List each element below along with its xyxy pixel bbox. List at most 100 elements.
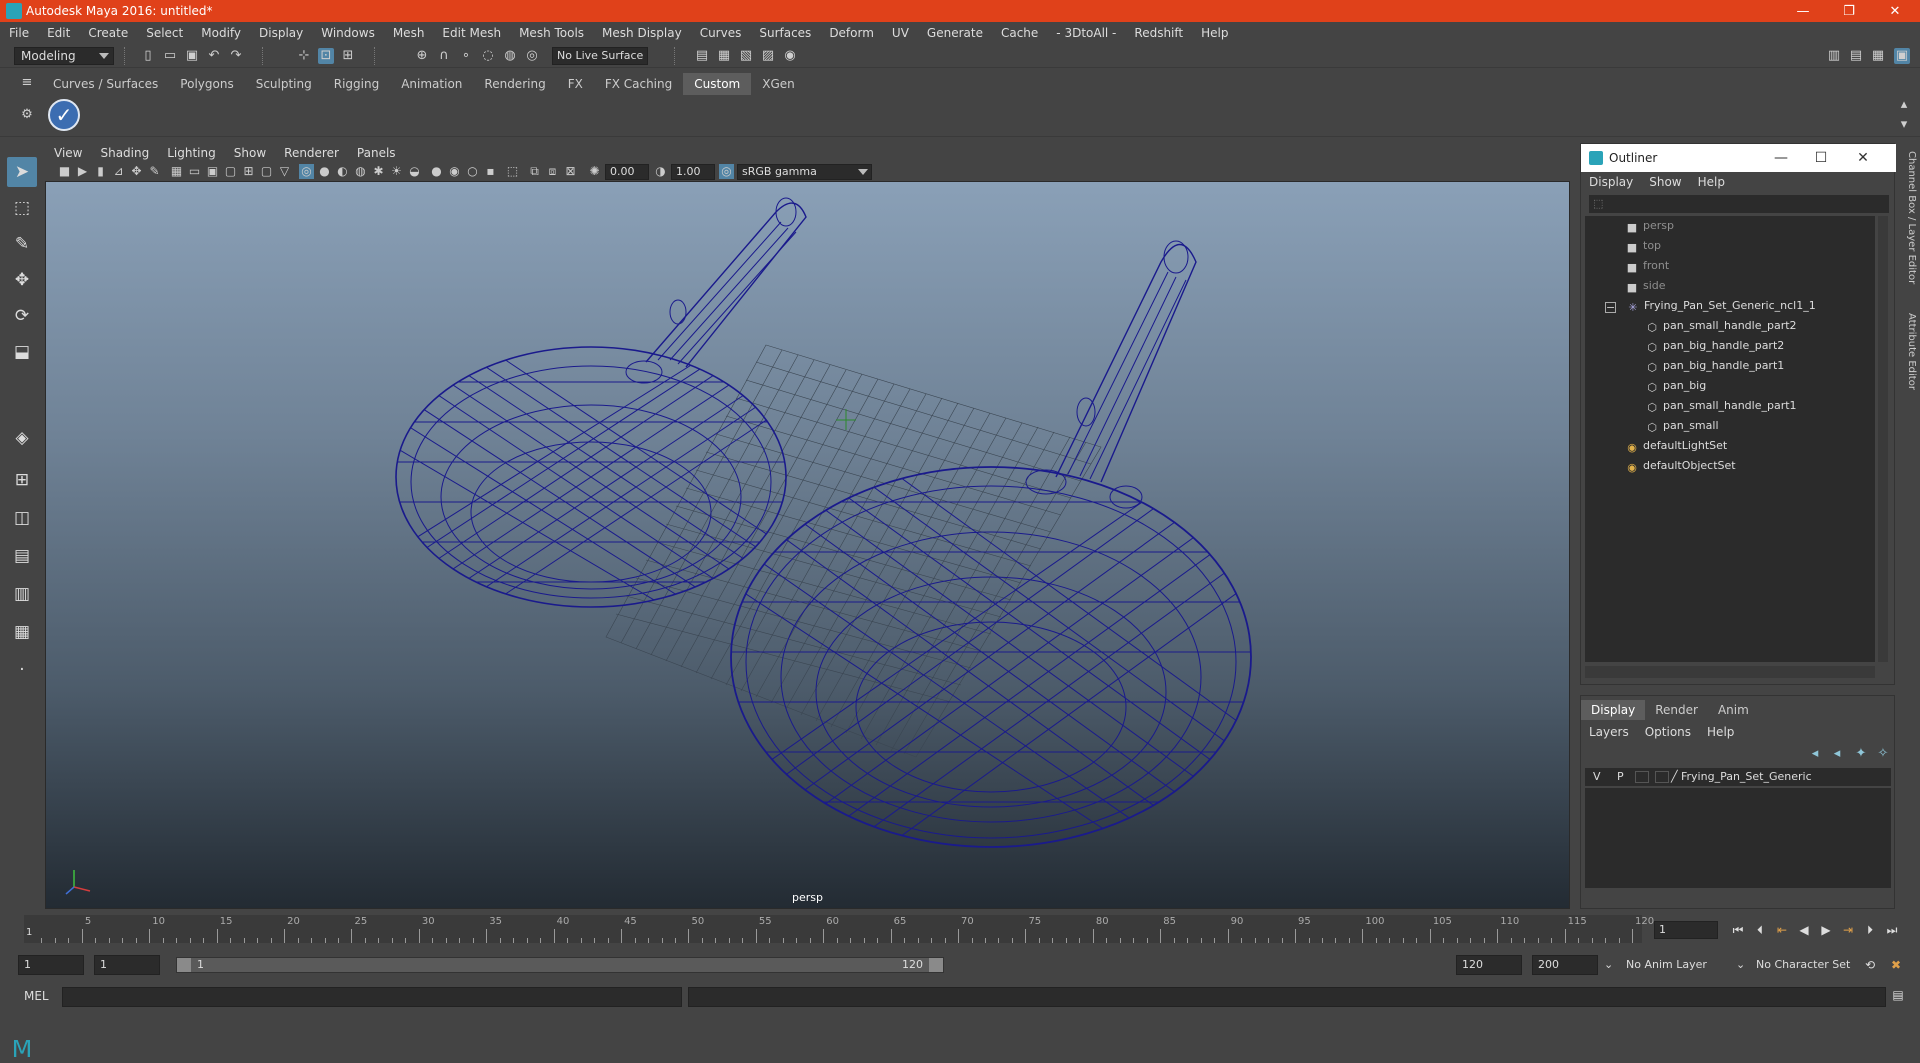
four-view-layout-icon[interactable]: ⊞ [7, 465, 37, 495]
save-scene-icon[interactable]: ▣ [184, 48, 200, 64]
shelf-tab-xgen[interactable]: XGen [751, 73, 806, 95]
menu-windows[interactable]: Windows [312, 26, 384, 40]
character-set-select[interactable]: No Character Set [1756, 955, 1850, 975]
live-surface-field[interactable]: No Live Surface [552, 47, 648, 65]
list-item[interactable]: ⬡ pan_big_handle_part2 [1645, 336, 1784, 356]
minimize-button[interactable]: — [1780, 0, 1826, 22]
gamma-field[interactable]: 1.00 [671, 164, 715, 180]
shelf-tab-sculpting[interactable]: Sculpting [245, 73, 323, 95]
move-layer-up-icon[interactable]: ◂ [1807, 746, 1823, 762]
move-layer-down-icon[interactable]: ◂ [1829, 746, 1845, 762]
menu-mesh-tools[interactable]: Mesh Tools [510, 26, 593, 40]
color-management-icon[interactable]: ◎ [719, 164, 734, 179]
resolution-gate-icon[interactable]: ▣ [205, 164, 220, 179]
step-forward-frame-icon[interactable]: ⏵ [1862, 922, 1878, 938]
shelf-tab-fx-caching[interactable]: FX Caching [594, 73, 683, 95]
outliner-vertical-scrollbar[interactable] [1878, 216, 1888, 662]
shelf-tab-custom[interactable]: Custom [683, 73, 752, 95]
depth-of-field-icon[interactable]: ▪ [483, 164, 498, 179]
tool-settings-icon[interactable]: ▦ [1870, 48, 1886, 64]
command-input[interactable] [62, 987, 682, 1007]
select-component-icon[interactable]: ⊞ [340, 48, 356, 64]
list-item[interactable]: ◉ defaultLightSet [1625, 436, 1727, 456]
menu-uv[interactable]: UV [883, 26, 918, 40]
list-item[interactable]: ⬡ pan_big_handle_part1 [1645, 356, 1784, 376]
collapse-icon[interactable]: − [1605, 302, 1616, 313]
chevron-down-icon[interactable]: ⌄ [1604, 955, 1613, 975]
shelf-settings-icon[interactable]: ⚙ [20, 107, 34, 123]
range-start-handle[interactable] [177, 958, 191, 972]
grease-pencil-icon[interactable]: ✎ [147, 164, 162, 179]
go-to-start-icon[interactable]: ⏮ [1730, 922, 1746, 938]
list-item[interactable]: − ✳ Frying_Pan_Set_Generic_ncl1_1 [1605, 296, 1816, 316]
perspective-viewport[interactable]: persp [45, 181, 1570, 909]
menu-select[interactable]: Select [137, 26, 192, 40]
menu-file[interactable]: File [0, 26, 38, 40]
layers-menu-layers[interactable]: Layers [1581, 725, 1637, 739]
menu-create[interactable]: Create [79, 26, 137, 40]
script-language-toggle[interactable]: MEL [24, 987, 49, 1005]
range-slider-bar[interactable]: 1 120 [176, 957, 944, 973]
shelf-menu-icon[interactable]: ≡ [20, 75, 34, 91]
snap-curve-icon[interactable]: ∩ [436, 48, 452, 64]
undo-icon[interactable]: ↶ [206, 48, 222, 64]
play-forwards-icon[interactable]: ▶ [1818, 922, 1834, 938]
panel-menu-show[interactable]: Show [225, 146, 275, 160]
pan-small-wireframe[interactable] [276, 197, 876, 608]
menu-cache[interactable]: Cache [992, 26, 1047, 40]
layer-row[interactable]: V P ╱ Frying_Pan_Set_Generic [1585, 768, 1891, 786]
channel-box-toggle-icon[interactable]: ▣ [1894, 48, 1910, 64]
checkmark-shelf-icon[interactable]: ✓ [48, 99, 80, 131]
minimize-icon[interactable]: — [1761, 144, 1801, 172]
pan-big-wireframe[interactable] [606, 240, 1411, 848]
film-gate-icon[interactable]: ▭ [187, 164, 202, 179]
modeling-toolkit-icon[interactable]: ▥ [1826, 48, 1842, 64]
go-to-end-icon[interactable]: ⏭ [1884, 922, 1900, 938]
play-backwards-icon[interactable]: ◀ [1796, 922, 1812, 938]
gamma-icon[interactable]: ◑ [653, 164, 668, 179]
2d-pan-zoom-icon[interactable]: ✥ [129, 164, 144, 179]
shadows-icon[interactable]: ◒ [407, 164, 422, 179]
list-item[interactable]: ■ side [1625, 276, 1666, 296]
select-hierarchy-icon[interactable]: ⊹ [296, 48, 312, 64]
panel-menu-view[interactable]: View [45, 146, 91, 160]
lasso-tool-icon[interactable]: ⬚ [7, 193, 37, 223]
tab-attribute-editor[interactable]: Attribute Editor [1900, 313, 1917, 390]
xray-icon[interactable]: ⧉ [527, 164, 542, 179]
animation-start-field[interactable]: 1 [18, 955, 84, 975]
new-layer-selected-icon[interactable]: ✧ [1875, 746, 1891, 762]
menu-surfaces[interactable]: Surfaces [750, 26, 820, 40]
animation-preferences-icon[interactable]: ✖ [1888, 957, 1904, 973]
render-settings-icon[interactable]: ▨ [760, 48, 776, 64]
step-back-frame-icon[interactable]: ⏴ [1752, 922, 1768, 938]
anim-layer-select[interactable]: No Anim Layer [1626, 955, 1707, 975]
redo-icon[interactable]: ↷ [228, 48, 244, 64]
animation-end-field[interactable]: 200 [1532, 955, 1598, 975]
new-scene-icon[interactable]: ▯ [140, 48, 156, 64]
motion-blur-icon[interactable]: ◉ [447, 164, 462, 179]
field-chart-icon[interactable]: ⊞ [241, 164, 256, 179]
isolate-select-icon[interactable]: ⬚ [505, 164, 520, 179]
layout-menu-icon[interactable]: · [7, 655, 37, 685]
graph-persp-layout-icon[interactable]: ▥ [7, 579, 37, 609]
panel-menu-lighting[interactable]: Lighting [158, 146, 225, 160]
menu-3dtoall[interactable]: - 3DtoAll - [1047, 26, 1125, 40]
snap-view-icon[interactable]: ◌ [480, 48, 496, 64]
list-item[interactable]: ◉ defaultObjectSet [1625, 456, 1735, 476]
rotate-tool-icon[interactable]: ⟳ [7, 301, 37, 331]
snap-point-icon[interactable]: ∘ [458, 48, 474, 64]
scroll-down-icon[interactable]: ▾ [1896, 117, 1912, 133]
script-editor-icon[interactable]: ▤ [1890, 987, 1906, 1003]
close-button[interactable]: ✕ [1872, 0, 1918, 22]
list-item[interactable]: ⬡ pan_big [1645, 376, 1706, 396]
list-item[interactable]: ■ top [1625, 236, 1661, 256]
range-end-handle[interactable] [929, 958, 943, 972]
playback-start-field[interactable]: 1 [94, 955, 160, 975]
list-item[interactable]: ⬡ pan_small [1645, 416, 1718, 436]
snap-grid-icon[interactable]: ⊕ [414, 48, 430, 64]
layer-color-swatch[interactable] [1655, 771, 1669, 783]
shelf-tab-rigging[interactable]: Rigging [323, 73, 390, 95]
scale-tool-icon[interactable]: ⬓ [7, 337, 37, 367]
menu-mesh[interactable]: Mesh [384, 26, 434, 40]
attribute-editor-toggle-icon[interactable]: ▤ [1848, 48, 1864, 64]
